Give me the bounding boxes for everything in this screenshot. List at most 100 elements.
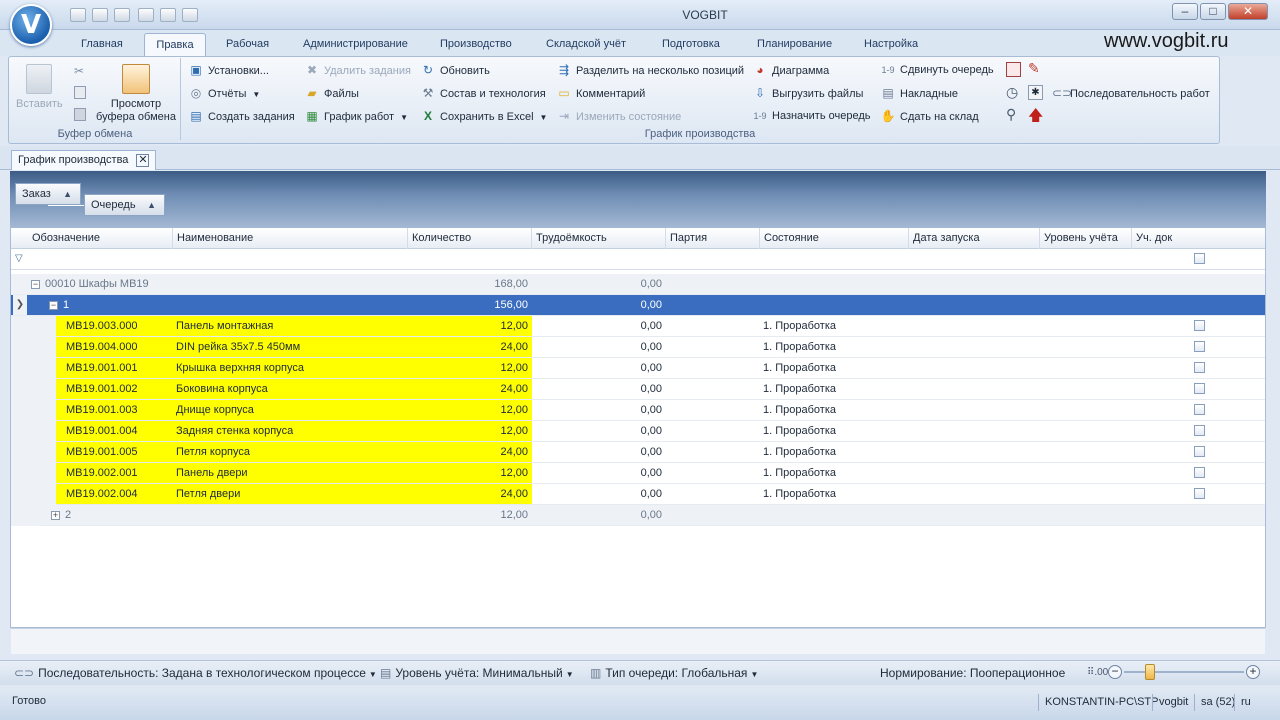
clock-icon[interactable]: ◷: [1006, 84, 1018, 101]
minimize-button[interactable]: –: [1172, 3, 1198, 20]
zoom-out-button[interactable]: −: [1108, 665, 1122, 679]
document-tab[interactable]: График производства ✕: [11, 150, 157, 170]
subgroup-row[interactable]: +2 12,00 0,00: [11, 505, 1265, 526]
cut-icon[interactable]: ✂: [74, 64, 84, 78]
delete-tasks-button[interactable]: ✖ Удалить задания: [304, 60, 411, 80]
maximize-button[interactable]: □: [1200, 3, 1226, 20]
filter-checkbox[interactable]: [1194, 253, 1205, 264]
split-button[interactable]: ⇶ Разделить на несколько позиций: [556, 60, 744, 80]
work-sequence-label: Последовательность работ: [1070, 88, 1210, 100]
filter-row[interactable]: ▽: [11, 249, 1265, 270]
tab-warehouse[interactable]: Складской учёт: [546, 38, 626, 56]
shift-queue-button[interactable]: 1-9 Сдвинуть очередь: [880, 60, 993, 80]
reports-button[interactable]: ◎ Отчёты ▼: [188, 83, 261, 103]
zoom-slider[interactable]: [1124, 671, 1244, 673]
row-checkbox[interactable]: [1194, 467, 1205, 478]
table-row[interactable]: МВ19.001.003 Днище корпуса 12,00 0,00 1. Про…: [11, 400, 1265, 421]
work-sequence-button[interactable]: ⊂⊃Последовательность работ: [1052, 83, 1210, 103]
table-row[interactable]: МВ19.001.001 Крышка верхняя корпуса 12,00 0…: [11, 358, 1265, 379]
composition-button[interactable]: ⚒ Состав и технология: [420, 83, 546, 103]
tab-home[interactable]: Главная: [81, 38, 123, 56]
cell-labor: 0,00: [640, 404, 662, 416]
clipboard-preview-button[interactable]: Просмотр буфера обмена: [96, 64, 176, 124]
col-header-level[interactable]: Уровень учёта: [1040, 228, 1132, 249]
table-row[interactable]: МВ19.002.004 Петля двери 24,00 0,00 1. Прора…: [11, 484, 1265, 505]
col-header-labor[interactable]: Трудоёмкость: [532, 228, 666, 249]
grouping-panel: [10, 171, 1266, 228]
tab-planning[interactable]: Планирование: [757, 38, 832, 56]
waybills-button[interactable]: ▤ Накладные: [880, 83, 958, 103]
decimals-icon[interactable]: ⠿.00: [1087, 665, 1108, 681]
cell-designation: МВ19.002.004: [56, 484, 173, 504]
link-icon: ⊂⊃: [1052, 86, 1073, 100]
cell-quantity: 24,00: [408, 337, 532, 357]
save-excel-button[interactable]: X Сохранить в Excel ▼: [420, 106, 547, 126]
table-row[interactable]: МВ19.001.005 Петля корпуса 24,00 0,00 1. Про…: [11, 442, 1265, 463]
calendar-icon[interactable]: [1006, 62, 1021, 77]
table-row[interactable]: МВ19.003.000 Панель монтажная 12,00 0,00 1. …: [11, 316, 1265, 337]
expand-icon[interactable]: +: [51, 510, 60, 520]
zoom-slider-thumb[interactable]: [1145, 664, 1155, 680]
tab-admin[interactable]: Администрирование: [303, 38, 408, 56]
refresh-button[interactable]: ↻ Обновить: [420, 60, 490, 80]
table-row[interactable]: МВ19.001.002 Боковина корпуса 24,00 0,00 1. …: [11, 379, 1265, 400]
row-checkbox[interactable]: [1194, 362, 1205, 373]
table-row[interactable]: МВ19.002.001 Панель двери 12,00 0,00 1. Прор…: [11, 463, 1265, 484]
row-checkbox[interactable]: [1194, 320, 1205, 331]
chart-button[interactable]: ◕ Диаграмма: [752, 60, 829, 80]
collapse-icon[interactable]: −: [49, 300, 58, 310]
tab-edit[interactable]: Правка: [144, 33, 206, 57]
collapse-icon[interactable]: −: [31, 279, 40, 289]
comment-button[interactable]: ▭ Комментарий: [556, 83, 645, 103]
col-header-batch[interactable]: Партия: [666, 228, 760, 249]
subgroup-row-selected[interactable]: ❯ −1 156,00 0,00: [11, 295, 1265, 316]
app-logo-icon[interactable]: V: [10, 4, 52, 46]
group-by-queue[interactable]: Очередь ▲: [84, 194, 165, 216]
row-checkbox[interactable]: [1194, 383, 1205, 394]
cell-quantity: 12,00: [408, 421, 532, 441]
assign-queue-button[interactable]: 1-9 Назначить очередь: [752, 106, 871, 126]
export-files-button[interactable]: ⇩ Выгрузить файлы: [752, 83, 863, 103]
assign-queue-label: Назначить очередь: [772, 110, 871, 122]
files-button[interactable]: ▰ Файлы: [304, 83, 359, 103]
tab-workspace[interactable]: Рабочая: [226, 38, 269, 56]
change-state-button[interactable]: ⇥ Изменить состояние: [556, 106, 681, 126]
col-header-state[interactable]: Состояние: [760, 228, 909, 249]
work-schedule-button[interactable]: ▦ График работ ▼: [304, 106, 408, 126]
row-checkbox[interactable]: [1194, 425, 1205, 436]
zoom-in-button[interactable]: +: [1246, 665, 1260, 679]
col-header-designation[interactable]: Обозначение: [28, 228, 173, 249]
col-header-start-date[interactable]: Дата запуска: [909, 228, 1040, 249]
col-header-name[interactable]: Наименование: [173, 228, 408, 249]
group-row[interactable]: −00010 Шкафы МВ19 168,00 0,00: [11, 274, 1265, 295]
col-header-quantity[interactable]: Количество: [408, 228, 532, 249]
close-tab-icon[interactable]: ✕: [136, 154, 150, 167]
tab-settings[interactable]: Настройка: [864, 38, 918, 56]
sequence-dropdown[interactable]: ⊂⊃ Последовательность: Задана в технологи…: [14, 665, 377, 681]
pencil-icon[interactable]: ✎: [1028, 60, 1040, 77]
preview-label-2: буфера обмена: [96, 111, 176, 123]
group-by-order[interactable]: Заказ ▲: [15, 183, 81, 205]
table-row[interactable]: МВ19.004.000 DIN рейка 35х7.5 450мм 24,00 0…: [11, 337, 1265, 358]
tab-production[interactable]: Производство: [440, 38, 512, 56]
asterisk-icon[interactable]: ✱: [1028, 85, 1043, 100]
row-checkbox[interactable]: [1194, 488, 1205, 499]
up-arrow-icon[interactable]: 🡅: [1028, 105, 1043, 130]
copy-icon[interactable]: [74, 86, 86, 99]
col-header-account-doc[interactable]: Уч. док: [1132, 228, 1265, 249]
settings-button[interactable]: ▣ Установки...: [188, 60, 269, 80]
cell-labor: 0,00: [640, 446, 662, 458]
row-checkbox[interactable]: [1194, 341, 1205, 352]
level-dropdown[interactable]: ▤ Уровень учёта: Минимальный ▼: [380, 665, 574, 681]
format-icon[interactable]: [74, 108, 86, 121]
paste-button[interactable]: Вставить: [16, 64, 63, 111]
table-row[interactable]: МВ19.001.004 Задняя стенка корпуса 12,00 0,…: [11, 421, 1265, 442]
close-button[interactable]: ✕: [1228, 3, 1268, 20]
deliver-warehouse-button[interactable]: ✋ Сдать на склад: [880, 106, 979, 126]
row-checkbox[interactable]: [1194, 404, 1205, 415]
create-tasks-button[interactable]: ▤ Создать задания: [188, 106, 294, 126]
queue-type-dropdown[interactable]: ▥ Тип очереди: Глобальная ▼: [590, 665, 758, 681]
row-checkbox[interactable]: [1194, 446, 1205, 457]
search-icon[interactable]: ⚲: [1006, 106, 1016, 123]
tab-preparation[interactable]: Подготовка: [662, 38, 720, 56]
